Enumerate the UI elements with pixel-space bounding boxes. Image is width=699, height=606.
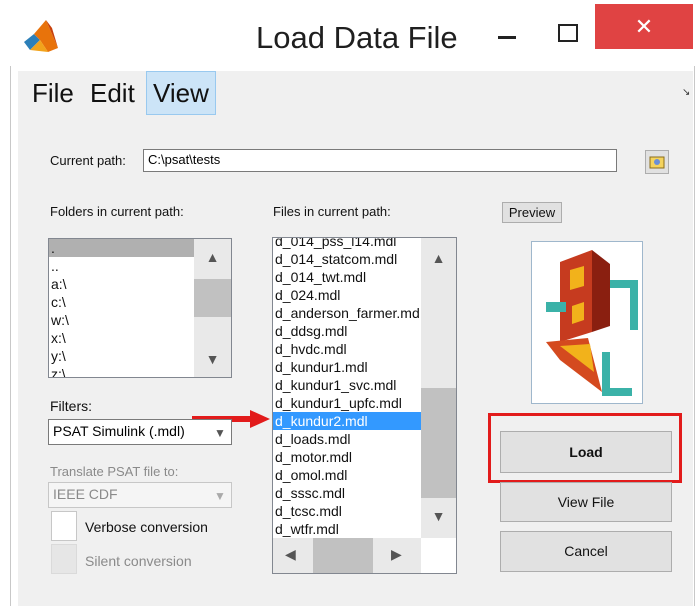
filters-value: PSAT Simulink (.mdl) (53, 423, 185, 439)
file-list-item[interactable]: d_tcsc.mdl (273, 502, 421, 520)
maximize-button[interactable] (549, 18, 587, 52)
scroll-up-icon[interactable]: ▲ (194, 249, 231, 265)
folder-list-item[interactable]: z:\ (49, 365, 194, 377)
files-listbox[interactable]: d_014_pss_l14.mdl d_014_statcom.mdl d_014_… (272, 237, 457, 574)
minimize-button[interactable] (488, 18, 526, 52)
folder-list-item[interactable]: y:\ (49, 347, 194, 365)
scroll-down-icon[interactable]: ▼ (421, 508, 456, 524)
translate-value: IEEE CDF (53, 486, 118, 502)
file-list-item[interactable]: d_hvdc.mdl (273, 340, 421, 358)
close-icon: ✕ (634, 14, 654, 39)
filters-label: Filters: (50, 398, 92, 414)
cancel-button[interactable]: Cancel (500, 531, 672, 572)
folders-listbox[interactable]: ... a:\ c:\ w:\ x:\ y:\ z:\ ▲ ▼ (48, 238, 232, 378)
menu-file[interactable]: File (26, 71, 80, 115)
file-list-item[interactable]: d_ddsg.mdl (273, 322, 421, 340)
current-path-label: Current path: (50, 153, 126, 168)
minimize-icon (498, 36, 516, 39)
folder-list-item[interactable]: .. (49, 257, 194, 275)
file-list-item[interactable]: d_kundur1.mdl (273, 358, 421, 376)
view-file-button[interactable]: View File (500, 482, 672, 522)
matlab-logo-icon (24, 20, 58, 52)
window-title: Load Data File (256, 20, 458, 55)
file-list-item[interactable]: d_014_pss_l14.mdl (273, 238, 421, 250)
verbose-label: Verbose conversion (85, 519, 208, 535)
file-list-item[interactable]: d_wtfr.mdl (273, 520, 421, 538)
translate-select: IEEE CDF ▼ (48, 482, 232, 508)
load-highlight-box (488, 413, 682, 483)
file-list-item[interactable]: d_motor.mdl (273, 448, 421, 466)
maximize-icon (558, 24, 578, 42)
browse-button[interactable] (645, 150, 669, 174)
file-list-item[interactable]: d_024.mdl (273, 286, 421, 304)
verbose-checkbox[interactable] (51, 511, 77, 541)
scroll-down-icon[interactable]: ▼ (194, 351, 231, 367)
folders-scroll-thumb[interactable] (194, 279, 231, 317)
menu-view[interactable]: View (146, 71, 216, 115)
scroll-up-icon[interactable]: ▲ (421, 250, 456, 266)
load-data-file-window: Load Data File ✕ File Edit View ↘ Curren… (0, 0, 699, 606)
folder-list-item[interactable]: a:\ (49, 275, 194, 293)
files-hscrollbar[interactable]: ◀ ▶ (273, 538, 421, 573)
folder-list-item[interactable]: c:\ (49, 293, 194, 311)
file-list-item[interactable]: d_omol.mdl (273, 466, 421, 484)
files-hscroll-thumb[interactable] (313, 538, 373, 573)
folder-list-item[interactable]: x:\ (49, 329, 194, 347)
folder-list-item[interactable]: . (49, 239, 194, 257)
file-list-item[interactable]: d_kundur1_upfc.mdl (273, 394, 421, 412)
close-button[interactable]: ✕ (595, 4, 693, 49)
filters-select[interactable]: PSAT Simulink (.mdl) ▼ (48, 419, 232, 445)
file-list-item[interactable]: d_sssc.mdl (273, 484, 421, 502)
file-list-item[interactable]: d_014_twt.mdl (273, 268, 421, 286)
browse-folder-icon (649, 156, 665, 169)
menu-edit[interactable]: Edit (84, 71, 141, 115)
psat-preview-image (531, 241, 643, 404)
file-list-item[interactable]: d_014_statcom.mdl (273, 250, 421, 268)
files-list: d_014_pss_l14.mdl d_014_statcom.mdl d_014_… (273, 238, 421, 538)
menu-bar: File Edit View ↘ (18, 71, 693, 115)
scroll-left-icon[interactable]: ◀ (285, 546, 296, 563)
preview-button[interactable]: Preview (502, 202, 562, 223)
title-bar: Load Data File ✕ (0, 0, 699, 70)
file-list-item[interactable]: d_kundur1_svc.mdl (273, 376, 421, 394)
current-path-input[interactable]: C:\psat\tests (143, 149, 617, 172)
translate-label: Translate PSAT file to: (50, 464, 179, 479)
toolbar-overflow-icon[interactable]: ↘ (682, 87, 690, 98)
chevron-down-icon: ▼ (214, 489, 226, 503)
chevron-down-icon[interactable]: ▼ (209, 420, 231, 444)
silent-label: Silent conversion (85, 553, 192, 569)
silent-checkbox (51, 544, 77, 574)
file-list-item[interactable]: d_anderson_farmer.md (273, 304, 421, 322)
scroll-right-icon[interactable]: ▶ (391, 546, 402, 563)
files-scroll-thumb[interactable] (421, 388, 456, 498)
folders-label: Folders in current path: (50, 204, 184, 219)
file-list-item[interactable]: d_loads.mdl (273, 430, 421, 448)
files-label: Files in current path: (273, 204, 391, 219)
files-scrollbar[interactable]: ▲ ▼ (421, 238, 456, 538)
file-list-item[interactable]: d_kundur2.mdl (273, 412, 421, 430)
folder-list-item[interactable]: w:\ (49, 311, 194, 329)
folders-scrollbar[interactable]: ▲ ▼ (194, 239, 231, 377)
